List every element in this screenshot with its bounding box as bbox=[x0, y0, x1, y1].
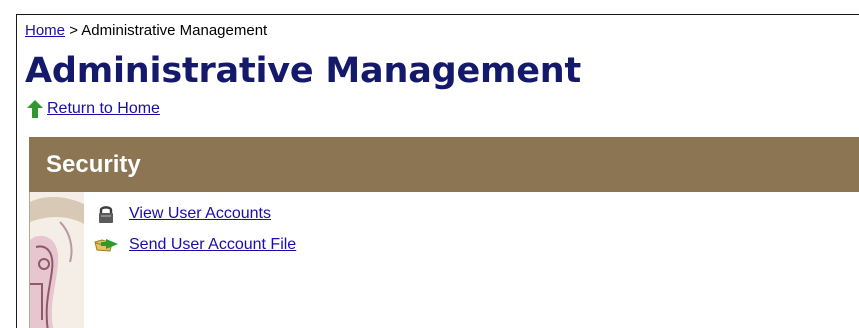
lock-icon bbox=[94, 204, 118, 224]
send-user-account-file-link[interactable]: Send User Account File bbox=[129, 236, 296, 254]
up-arrow-icon bbox=[27, 100, 43, 118]
decorative-side-image bbox=[30, 192, 84, 328]
breadcrumb-home-link[interactable]: Home bbox=[25, 22, 65, 39]
breadcrumb: Home > Administrative Management bbox=[25, 22, 267, 40]
section-header-security: Security bbox=[29, 137, 859, 192]
send-file-icon bbox=[94, 235, 118, 255]
view-user-accounts-row[interactable]: View User Accounts bbox=[94, 203, 271, 225]
view-user-accounts-link[interactable]: View User Accounts bbox=[129, 205, 271, 223]
page-title: Administrative Management bbox=[25, 51, 582, 91]
breadcrumb-current: Administrative Management bbox=[81, 22, 268, 39]
breadcrumb-separator: > bbox=[69, 22, 78, 39]
send-user-account-file-row[interactable]: Send User Account File bbox=[94, 234, 296, 256]
return-to-home-label[interactable]: Return to Home bbox=[47, 100, 160, 118]
return-to-home-link[interactable]: Return to Home bbox=[27, 98, 160, 120]
